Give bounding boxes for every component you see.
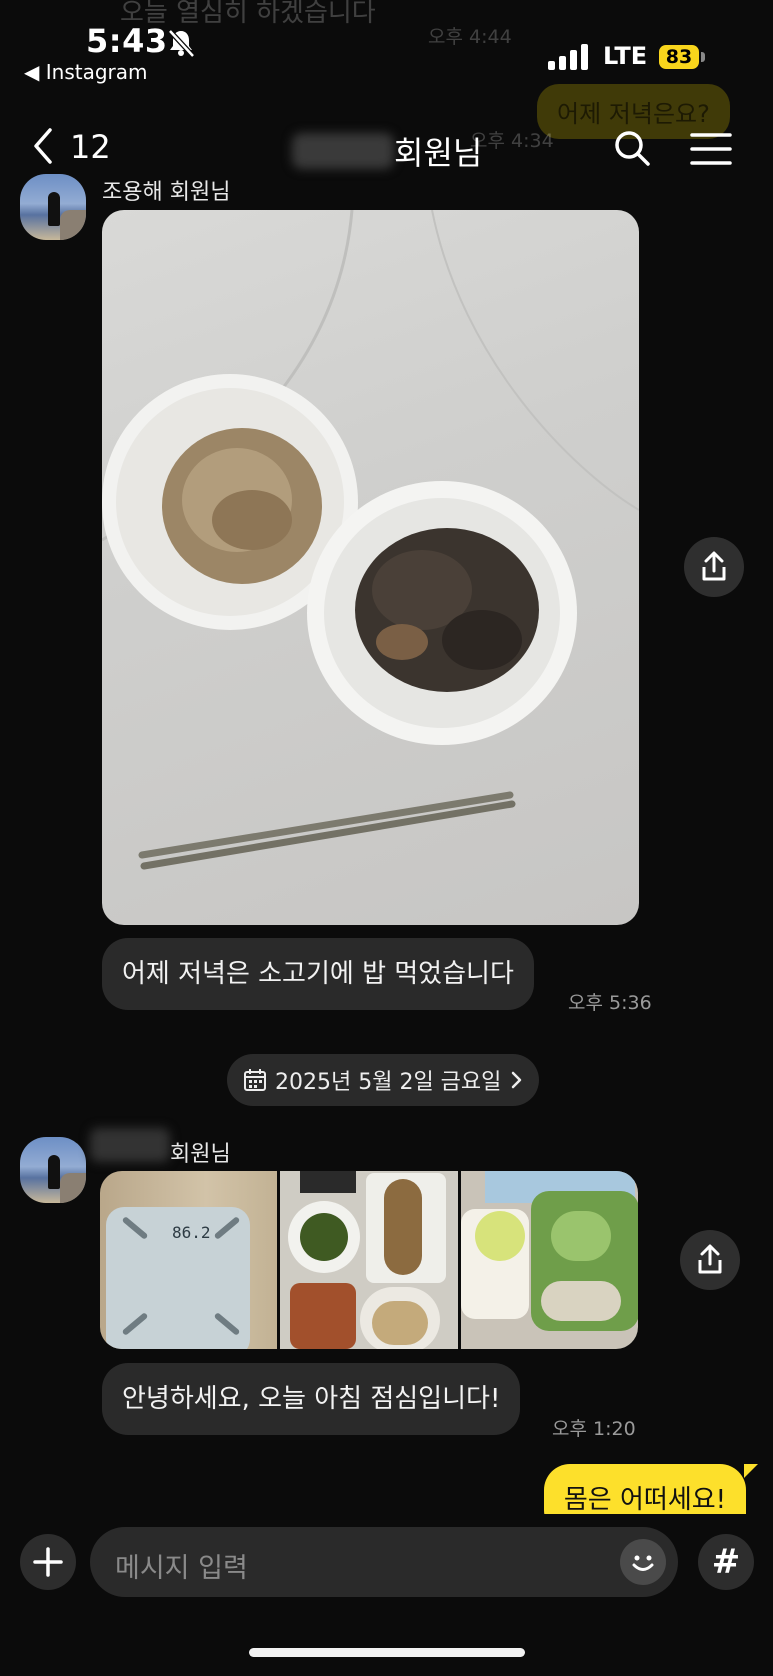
emoji-button[interactable] xyxy=(620,1539,666,1585)
home-indicator xyxy=(249,1648,525,1657)
message-input-placeholder: 메시지 입력 xyxy=(115,1553,248,1584)
ghost-message-time: 오후 4:44 xyxy=(428,26,512,48)
scale-reading: 86.2 xyxy=(172,1223,211,1242)
unread-count[interactable]: 12 xyxy=(70,128,111,166)
message-bubble[interactable]: 안녕하세요, 오늘 아침 점심입니다! xyxy=(102,1363,521,1435)
back-chevron-icon[interactable] xyxy=(30,126,56,166)
message-bubble[interactable]: 어제 저녁은 소고기에 밥 먹었습니다 xyxy=(102,938,534,1010)
share-icon xyxy=(698,1244,722,1274)
blurred-sender-name xyxy=(90,1128,170,1162)
bell-slash-icon xyxy=(168,29,195,58)
sender-name: 회원님 xyxy=(170,1142,231,1167)
hashtag-search-button[interactable]: # xyxy=(698,1534,754,1590)
battery-indicator: 83 xyxy=(659,45,699,69)
plus-icon xyxy=(33,1547,63,1577)
message-time: 오후 1:20 xyxy=(552,1418,636,1440)
network-type: LTE xyxy=(603,42,648,70)
share-button[interactable] xyxy=(684,537,744,597)
search-icon[interactable] xyxy=(612,128,652,168)
message-time: 오후 5:36 xyxy=(568,992,652,1014)
sender-name: 조용해 회원님 xyxy=(102,180,231,205)
photo-thumb-meal[interactable] xyxy=(280,1171,458,1349)
share-icon xyxy=(702,551,726,581)
signal-icon xyxy=(548,44,588,70)
photo-group[interactable]: 86.2 xyxy=(100,1171,638,1349)
photo-thumb-salad[interactable] xyxy=(460,1171,638,1349)
food-photo[interactable] xyxy=(102,210,639,925)
bubble-tail xyxy=(744,1464,758,1478)
back-to-instagram-link[interactable]: ◀ Instagram xyxy=(24,60,148,84)
date-divider-label: 2025년 5월 2일 금요일 xyxy=(275,1070,502,1095)
my-message-bubble[interactable]: 몸은 어떠세요! xyxy=(544,1464,746,1514)
date-divider[interactable]: 2025년 5월 2일 금요일 xyxy=(227,1054,540,1106)
add-attachment-button[interactable] xyxy=(20,1534,76,1590)
smile-icon xyxy=(632,1555,654,1571)
avatar[interactable] xyxy=(20,174,86,240)
ghost-bubble-time: 오후 4:34 xyxy=(470,130,554,152)
battery-tip xyxy=(701,52,705,62)
calendar-icon xyxy=(244,1069,266,1091)
blurred-name xyxy=(292,133,394,169)
my-bubble-clip: 몸은 어떠세요! xyxy=(540,1462,773,1514)
chat-title: 회원님 xyxy=(394,134,483,172)
status-time: 5:43 xyxy=(86,22,168,60)
share-button[interactable] xyxy=(680,1230,740,1290)
rice-and-beef-image xyxy=(102,210,639,870)
chevron-right-icon xyxy=(512,1071,522,1089)
photo-thumb-scale[interactable]: 86.2 xyxy=(100,1171,278,1349)
menu-icon[interactable] xyxy=(690,132,732,166)
avatar[interactable] xyxy=(20,1137,86,1203)
